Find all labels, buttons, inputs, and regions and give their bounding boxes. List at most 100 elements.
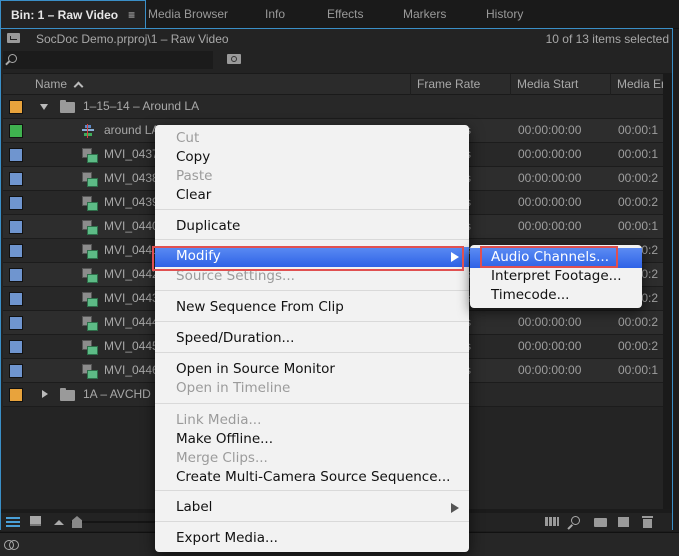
automate-to-sequence-icon[interactable] xyxy=(545,516,560,528)
label-color-chip[interactable] xyxy=(9,172,23,186)
menu-item-label: Speed/Duration... xyxy=(176,330,295,346)
label-color-chip[interactable] xyxy=(9,220,23,234)
menu-item-copy[interactable]: Copy xyxy=(155,148,469,167)
clear-trash-icon[interactable] xyxy=(642,516,653,528)
menu-item-open-in-source-monitor[interactable]: Open in Source Monitor xyxy=(155,360,469,379)
zoom-slider-thumb[interactable] xyxy=(72,516,82,528)
folder-icon xyxy=(60,100,75,113)
panel-menu-icon[interactable]: ≡ xyxy=(128,8,135,22)
tab-media-browser[interactable]: Media Browser xyxy=(138,0,238,29)
menu-item-make-offline[interactable]: Make Offline... xyxy=(155,430,469,449)
vertical-scrollbar[interactable] xyxy=(663,73,672,513)
column-header-name[interactable]: Name xyxy=(27,74,410,95)
media-start-cell: 00:00:00:00 xyxy=(518,123,582,137)
tab-label: Bin: 1 – Raw Video xyxy=(11,8,119,22)
submenu-arrow-icon xyxy=(451,503,459,513)
media-start-cell: 00:00:00:00 xyxy=(518,219,582,233)
label-color-chip[interactable] xyxy=(9,340,23,354)
media-start-cell: 00:00:00:00 xyxy=(518,147,582,161)
tab-bin-raw-video[interactable]: Bin: 1 – Raw Video ≡ xyxy=(0,0,147,30)
tab-history[interactable]: History xyxy=(476,0,533,29)
list-view-icon[interactable] xyxy=(6,517,20,527)
zoom-slider[interactable] xyxy=(71,516,161,528)
media-end-cell: 00:00:1 xyxy=(618,219,659,233)
disclosure-collapsed-icon[interactable] xyxy=(42,390,48,398)
media-start-cell: 00:00:00:00 xyxy=(518,315,582,329)
label-color-chip[interactable] xyxy=(9,364,23,378)
navigate-up-icon[interactable] xyxy=(7,33,20,43)
menu-item-label: Timecode... xyxy=(491,287,570,303)
column-header-frame-rate[interactable]: Frame Rate xyxy=(410,74,510,95)
tab-effects[interactable]: Effects xyxy=(317,0,373,29)
menu-item-label: Cut xyxy=(176,130,200,146)
search-row xyxy=(1,49,672,71)
label-color-chip[interactable] xyxy=(9,268,23,282)
submenu-item-timecode[interactable]: Timecode... xyxy=(470,286,642,305)
item-name: MVI_0445 xyxy=(104,339,159,353)
menu-item-label: New Sequence From Clip xyxy=(176,299,344,315)
media-start-cell: 00:00:00:00 xyxy=(518,339,582,353)
label-color-chip[interactable] xyxy=(9,316,23,330)
label-color-chip[interactable] xyxy=(9,124,23,138)
media-start-cell: 00:00:00:00 xyxy=(518,171,582,185)
menu-item-label: Duplicate xyxy=(176,218,241,234)
menu-item-label: Link Media... xyxy=(176,412,262,428)
item-name: MVI_0444 xyxy=(104,315,159,329)
bin-path-row: SocDoc Demo.prproj\1 – Raw Video 10 of 1… xyxy=(1,29,672,49)
submenu-item-audio-channels[interactable]: Audio Channels... xyxy=(470,248,642,268)
create-search-bin-icon[interactable] xyxy=(227,54,241,64)
label-color-chip[interactable] xyxy=(9,100,23,114)
item-name: MVI_0442 xyxy=(104,267,159,281)
icon-view-icon[interactable] xyxy=(30,516,41,526)
bin-path: SocDoc Demo.prproj\1 – Raw Video xyxy=(36,32,229,46)
submenu-item-interpret-footage[interactable]: Interpret Footage... xyxy=(470,267,642,286)
label-color-chip[interactable] xyxy=(9,292,23,306)
column-header-media-end[interactable]: Media End xyxy=(610,74,663,95)
video-clip-icon xyxy=(82,268,98,283)
item-name: MVI_0440 xyxy=(104,219,159,233)
menu-item-label: Export Media... xyxy=(176,530,278,546)
find-icon[interactable] xyxy=(567,516,581,528)
menu-item-label[interactable]: Label xyxy=(155,498,469,517)
bin-folder-row[interactable]: 1–15–14 – Around LA xyxy=(3,95,663,119)
item-name: 1–15–14 – Around LA xyxy=(83,99,200,113)
creative-cloud-icon[interactable] xyxy=(4,538,19,550)
sequence-icon xyxy=(82,124,94,138)
menu-separator xyxy=(155,290,469,291)
menu-item-clear[interactable]: Clear xyxy=(155,186,469,205)
column-name-label: Name xyxy=(35,77,68,91)
menu-item-link-media: Link Media... xyxy=(155,411,469,430)
video-clip-icon xyxy=(82,316,98,331)
menu-item-label: Audio Channels... xyxy=(491,249,609,265)
sort-ascending-icon xyxy=(73,81,84,92)
menu-item-modify[interactable]: Modify xyxy=(155,247,469,267)
item-name: around LA xyxy=(104,123,160,137)
new-bin-icon[interactable] xyxy=(594,518,607,527)
menu-item-speed-duration[interactable]: Speed/Duration... xyxy=(155,329,469,348)
video-clip-icon xyxy=(82,340,98,355)
tab-info[interactable]: Info xyxy=(255,0,295,29)
label-color-chip[interactable] xyxy=(9,388,23,402)
column-header-media-start[interactable]: Media Start xyxy=(510,74,610,95)
search-input[interactable] xyxy=(3,51,213,69)
media-start-cell: 00:00:00:00 xyxy=(518,195,582,209)
menu-item-label: Modify xyxy=(176,248,221,264)
zoom-slider-track xyxy=(71,521,161,523)
label-color-chip[interactable] xyxy=(9,244,23,258)
menu-item-new-sequence-from-clip[interactable]: New Sequence From Clip xyxy=(155,298,469,317)
menu-item-export-media[interactable]: Export Media... xyxy=(155,529,469,548)
search-icon xyxy=(8,54,17,63)
menu-item-open-in-timeline: Open in Timeline xyxy=(155,379,469,398)
submenu-arrow-icon xyxy=(451,252,459,262)
menu-item-duplicate[interactable]: Duplicate xyxy=(155,217,469,236)
video-clip-icon xyxy=(82,148,98,163)
zoom-out-icon[interactable] xyxy=(54,520,64,525)
new-item-icon[interactable] xyxy=(618,517,629,527)
menu-item-create-multi-camera-source-sequence[interactable]: Create Multi-Camera Source Sequence... xyxy=(155,468,469,487)
tab-markers[interactable]: Markers xyxy=(393,0,456,29)
disclosure-expanded-icon[interactable] xyxy=(40,104,48,110)
label-color-chip[interactable] xyxy=(9,196,23,210)
label-color-chip[interactable] xyxy=(9,148,23,162)
menu-item-label: Make Offline... xyxy=(176,431,274,447)
media-end-cell: 00:00:2 xyxy=(618,315,659,329)
